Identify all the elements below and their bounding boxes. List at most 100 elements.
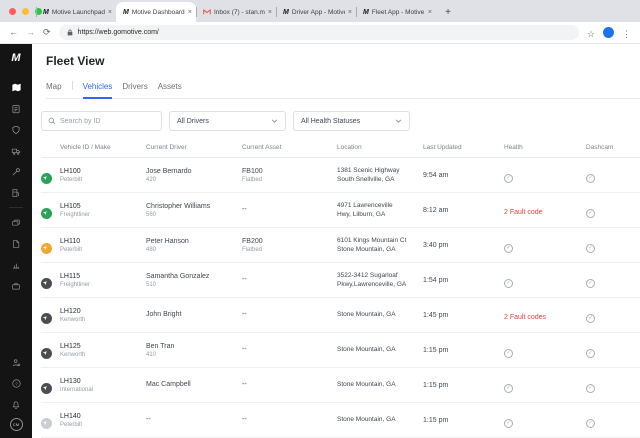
maintenance-wrench-icon[interactable]	[8, 164, 24, 180]
table-row[interactable]: LH130International Mac Campbell -- Stone…	[41, 368, 640, 403]
driver-name: Peter Hanson	[146, 238, 236, 245]
window-minimize-button[interactable]	[22, 8, 29, 15]
safety-shield-icon[interactable]	[8, 122, 24, 138]
location: Stone Mountain, GA	[337, 310, 423, 319]
table-row[interactable]: LH125Kenworth Ben Tran410 -- Stone Mount…	[41, 333, 640, 368]
documents-icon[interactable]	[8, 236, 24, 252]
health-ok-icon	[504, 349, 513, 358]
driver-number: 480	[146, 247, 236, 253]
tab-close-icon[interactable]: ×	[428, 9, 432, 16]
page-title: Fleet View	[46, 54, 632, 68]
fleet-view-tabs: Map Vehicles Drivers Assets	[46, 81, 640, 99]
motive-favicon-icon	[363, 9, 369, 16]
forward-icon[interactable]	[26, 28, 35, 37]
vehicle-id: LH100	[60, 168, 140, 175]
dashcam-ok-icon	[586, 419, 595, 428]
tab-assets[interactable]: Assets	[158, 82, 182, 98]
dashcam-ok-icon	[586, 174, 595, 183]
health-ok-icon	[504, 174, 513, 183]
tab-close-icon[interactable]: ×	[268, 9, 272, 16]
back-icon[interactable]	[9, 28, 18, 37]
bookmark-star-icon[interactable]	[587, 24, 595, 42]
location: Stone Mountain, GA	[337, 380, 423, 389]
browser-menu-icon[interactable]	[622, 24, 631, 42]
vehicle-make: Peterbilt	[60, 422, 140, 428]
browser-tab-motive-dashboard[interactable]: Motive Dashboard ×	[116, 2, 196, 22]
table-row[interactable]: LH115Freightliner Samantha Gonzalez510 -…	[41, 263, 640, 298]
search-input[interactable]	[60, 118, 155, 125]
col-location: Location	[337, 144, 423, 151]
search-box[interactable]	[41, 111, 162, 131]
app-sidebar: M	[0, 44, 32, 438]
vehicle-id: LH110	[60, 238, 140, 245]
last-updated: 8:12 am	[423, 207, 504, 214]
admin-icon[interactable]	[8, 355, 24, 371]
dashcam-ok-icon	[586, 384, 595, 393]
sidebar-divider	[9, 207, 23, 208]
help-icon[interactable]: ?	[8, 376, 24, 392]
url-text: https://web.gomotive.com/	[78, 29, 159, 36]
driver-name: John Bright	[146, 311, 236, 318]
fleet-view-icon[interactable]	[8, 80, 24, 96]
notifications-bell-icon[interactable]	[8, 397, 24, 413]
driver-name: Mac Campbell	[146, 381, 236, 388]
address-bar[interactable]: https://web.gomotive.com/	[59, 25, 579, 40]
window-close-button[interactable]	[9, 8, 16, 15]
dispatch-truck-icon[interactable]	[8, 143, 24, 159]
browser-tab-driver-app[interactable]: Driver App - Motive ×	[276, 2, 356, 22]
search-icon	[48, 117, 56, 125]
table-row[interactable]: LH105Freightliner Christopher Williams56…	[41, 193, 640, 228]
col-current-asset: Current Asset	[242, 144, 337, 151]
vehicle-id: LH125	[60, 343, 140, 350]
compliance-icon[interactable]	[8, 101, 24, 117]
tab-close-icon[interactable]: ×	[188, 9, 192, 16]
tab-vehicles[interactable]: Vehicles	[83, 82, 113, 99]
fuel-pump-icon[interactable]	[8, 185, 24, 201]
toolbox-icon[interactable]	[8, 278, 24, 294]
cards-icon[interactable]	[8, 215, 24, 231]
vehicle-make: Kenworth	[60, 352, 140, 358]
browser-tab-label: Motive Dashboard	[132, 9, 185, 16]
table-row[interactable]: LH110Peterbilt Peter Hanson480 FB200Flat…	[41, 228, 640, 263]
table-row[interactable]: LH140Peterbilt -- -- Stone Mountain, GA …	[41, 403, 640, 438]
health-fault-link[interactable]: 2 Fault codes	[504, 314, 546, 321]
vehicle-status-icon	[41, 418, 52, 429]
driver-name: Christopher Williams	[146, 203, 236, 210]
reports-chart-icon[interactable]	[8, 257, 24, 273]
driver-number: 410	[146, 352, 236, 358]
browser-tab-label: Inbox (7) - stan.marshal@trucki	[214, 9, 265, 16]
last-updated: 1:15 pm	[423, 347, 504, 354]
health-fault-link[interactable]: 2 Fault code	[504, 209, 543, 216]
tab-close-icon[interactable]: ×	[108, 9, 112, 16]
location: Stone Mountain, GA	[337, 345, 423, 354]
health-filter-dropdown[interactable]: All Health Statuses	[293, 111, 410, 131]
browser-tab-motive-launchpad[interactable]: Motive Launchpad ×	[36, 2, 116, 22]
browser-tab-label: Fleet App - Motive	[372, 9, 425, 16]
table-row[interactable]: LH100Peterbilt Jose Bernardo420 FB100Fla…	[41, 158, 640, 193]
asset-id: --	[242, 206, 331, 213]
browser-tab-gmail-inbox[interactable]: Inbox (7) - stan.marshal@trucki ×	[196, 2, 276, 22]
svg-text:?: ?	[15, 381, 18, 387]
tab-drivers[interactable]: Drivers	[122, 82, 147, 98]
dashcam-ok-icon	[586, 349, 595, 358]
tab-map[interactable]: Map	[46, 82, 62, 98]
new-tab-button[interactable]	[440, 4, 456, 20]
asset-id: FB200	[242, 238, 331, 245]
tab-close-icon[interactable]: ×	[348, 9, 352, 16]
last-updated: 1:54 pm	[423, 277, 504, 284]
last-updated: 3:40 pm	[423, 242, 504, 249]
browser-tab-fleet-app[interactable]: Fleet App - Motive ×	[356, 2, 436, 22]
table-row[interactable]: LH120Kenworth John Bright -- Stone Mount…	[41, 298, 640, 333]
driver-name: --	[146, 416, 236, 423]
browser-tab-label: Driver App - Motive	[292, 9, 345, 16]
driver-name: Samantha Gonzalez	[146, 273, 236, 280]
motive-favicon-icon	[283, 9, 289, 16]
location: 4971 Lawrenceville Hwy, Lilburn, GA	[337, 201, 423, 220]
asset-id: --	[242, 276, 331, 283]
health-ok-icon	[504, 279, 513, 288]
user-avatar[interactable]: CM	[10, 418, 23, 431]
browser-profile-avatar[interactable]	[603, 27, 614, 38]
reload-icon[interactable]	[43, 28, 51, 37]
drivers-filter-dropdown[interactable]: All Drivers	[169, 111, 286, 131]
vehicles-table: Vehicle ID / Make Current Driver Current…	[41, 144, 640, 438]
